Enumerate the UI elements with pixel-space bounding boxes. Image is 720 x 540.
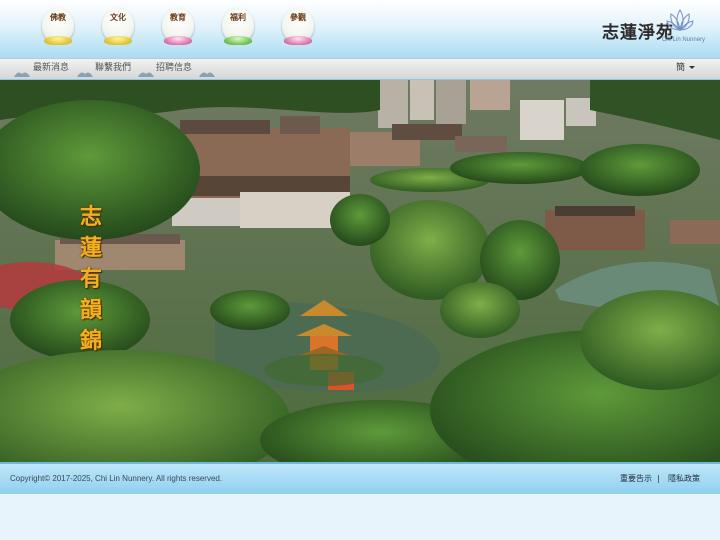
footer-separator: | xyxy=(657,474,660,483)
nav-icon-label: 教育 xyxy=(170,12,186,22)
nav-icon-label: 參觀 xyxy=(290,12,306,22)
header: 佛教 文化 教育 福利 參觀 志蓮淨苑 Chi Lin Nunnery xyxy=(0,0,720,58)
hero-vertical-title: 志 蓮 有 韻 錦 xyxy=(78,202,104,357)
hero-title-char: 錦 xyxy=(79,328,102,354)
hero-title-char: 有 xyxy=(79,266,102,292)
lotus-ornament-icon xyxy=(77,72,93,77)
nav-icon-label: 佛教 xyxy=(50,12,66,22)
nav-icon-culture[interactable]: 文化 xyxy=(98,8,138,50)
lotus-logo-icon xyxy=(666,9,694,31)
lotus-green-icon xyxy=(224,36,252,45)
site-logo[interactable]: 志蓮淨苑 Chi Lin Nunnery xyxy=(602,8,706,48)
lotus-yellow-icon xyxy=(44,36,72,45)
nav-icon-label: 文化 xyxy=(110,12,126,22)
nav-icon-welfare[interactable]: 福利 xyxy=(218,8,258,50)
footer: Copyright© 2017-2025, Chi Lin Nunnery. A… xyxy=(0,462,720,494)
logo-english-text: Chi Lin Nunnery xyxy=(662,37,706,43)
hero-title-char: 蓮 xyxy=(79,235,102,261)
hero-title-char: 韻 xyxy=(79,297,102,323)
nav-icon-visit[interactable]: 參觀 xyxy=(278,8,318,50)
privacy-policy-link[interactable]: 隱私政策 xyxy=(668,464,700,494)
lotus-yellow-icon xyxy=(104,36,132,45)
nav-icon-label: 福利 xyxy=(230,12,246,22)
lotus-ornament-icon xyxy=(138,72,154,77)
menu-bar: 最新消息 聯繫我們 招聘信息 簡 xyxy=(0,58,720,81)
lotus-ornament-icon xyxy=(14,72,30,77)
caret-down-icon xyxy=(689,66,696,69)
menu-item-news[interactable]: 最新消息 xyxy=(33,59,69,79)
copyright-text: Copyright© 2017-2025, Chi Lin Nunnery. A… xyxy=(10,474,223,483)
important-notice-link[interactable]: 重要告示 xyxy=(620,464,652,494)
hero-banner: 志 蓮 有 韻 錦 xyxy=(0,80,720,462)
nav-icon-education[interactable]: 教育 xyxy=(158,8,198,50)
lotus-pink-icon xyxy=(284,36,312,45)
hero-title-char: 志 xyxy=(79,204,102,230)
lotus-pink-icon xyxy=(164,36,192,45)
hero-photo xyxy=(0,80,720,462)
nav-icon-buddhism[interactable]: 佛教 xyxy=(38,8,78,50)
menu-item-careers[interactable]: 招聘信息 xyxy=(156,59,192,79)
menu-item-contact[interactable]: 聯繫我們 xyxy=(95,59,131,79)
language-label: 簡 xyxy=(676,63,686,73)
lotus-ornament-icon xyxy=(199,72,215,77)
language-dropdown[interactable]: 簡 xyxy=(676,59,696,79)
